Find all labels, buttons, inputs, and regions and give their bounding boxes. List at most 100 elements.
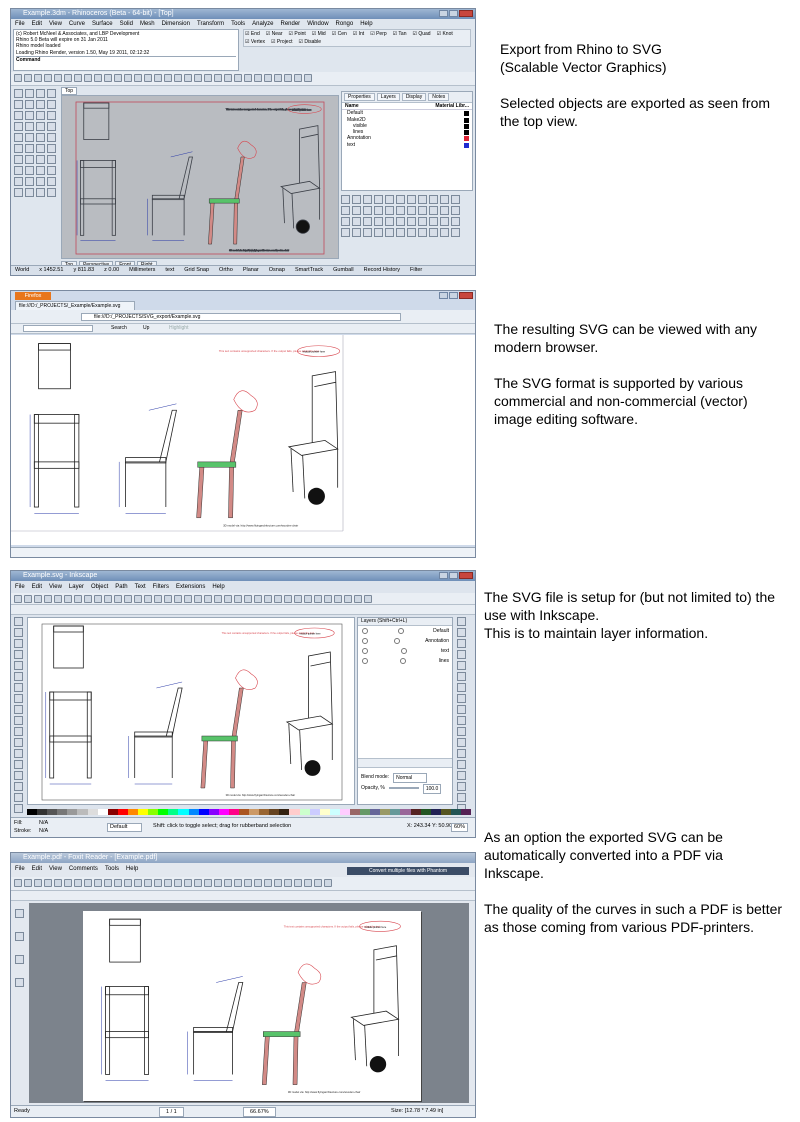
page-indicator[interactable]: 1 / 1	[159, 1107, 184, 1117]
toolbar-button-icon[interactable]	[284, 879, 292, 887]
toolbar-button-icon[interactable]	[244, 879, 252, 887]
tool-button-icon[interactable]	[429, 217, 438, 226]
tool-button-icon[interactable]	[407, 228, 416, 237]
menu-item[interactable]: Tools	[105, 866, 119, 872]
status-item[interactable]: Record History	[364, 267, 400, 273]
palette-swatch[interactable]	[238, 809, 250, 815]
tool-button-icon[interactable]	[341, 206, 350, 215]
tool-button-icon[interactable]	[14, 639, 23, 648]
tool-button-icon[interactable]	[36, 89, 45, 98]
toolbar-button-icon[interactable]	[84, 879, 92, 887]
palette-swatch[interactable]	[450, 809, 462, 815]
toolbar-button-icon[interactable]	[154, 74, 162, 82]
palette-swatch[interactable]	[299, 809, 310, 815]
eye-icon[interactable]	[362, 638, 368, 644]
status-item[interactable]: Gumball	[333, 267, 353, 273]
palette-swatch[interactable]	[57, 809, 68, 815]
tool-button-icon[interactable]	[451, 206, 460, 215]
tool-button-icon[interactable]	[451, 195, 460, 204]
zoom-field[interactable]: 66.67%	[243, 1107, 276, 1117]
toolbar-button-icon[interactable]	[284, 595, 292, 603]
palette-swatch[interactable]	[168, 809, 179, 815]
toolbar-button-icon[interactable]	[304, 879, 312, 887]
toolbar-button-icon[interactable]	[74, 879, 82, 887]
tool-button-icon[interactable]	[14, 144, 23, 153]
menu-item[interactable]: Help	[212, 584, 224, 590]
toolbar-button-icon[interactable]	[44, 879, 52, 887]
palette-swatch[interactable]	[339, 809, 350, 815]
menu-item[interactable]: Extensions	[176, 584, 205, 590]
tool-button-icon[interactable]	[36, 122, 45, 131]
toolbar-button-icon[interactable]	[124, 595, 132, 603]
toolbar-button-icon[interactable]	[174, 74, 182, 82]
osnap-checkbox[interactable]: ☑ Cen	[332, 31, 347, 38]
toolbar-button-icon[interactable]	[154, 595, 162, 603]
nav-pane-icon[interactable]	[15, 909, 24, 918]
palette-swatch[interactable]	[218, 809, 229, 815]
pdf-page[interactable]: This text contains unsupported character…	[83, 911, 421, 1101]
toolbar-button-icon[interactable]	[134, 595, 142, 603]
palette-swatch[interactable]	[208, 809, 219, 815]
snap-button-icon[interactable]	[457, 683, 466, 692]
status-item[interactable]: y 811.83	[73, 267, 94, 273]
panel-tab[interactable]: Display	[401, 93, 427, 101]
tool-button-icon[interactable]	[396, 195, 405, 204]
tool-button-icon[interactable]	[14, 738, 23, 747]
tool-button-icon[interactable]	[14, 617, 23, 626]
tool-button-icon[interactable]	[14, 650, 23, 659]
osnap-checkbox[interactable]: ☑ Vertex	[245, 39, 265, 46]
toolbar-button-icon[interactable]	[324, 879, 332, 887]
palette-swatch[interactable]	[138, 809, 149, 815]
toolbar-button-icon[interactable]	[214, 879, 222, 887]
command-prompt[interactable]: Command	[16, 55, 236, 63]
minimize-button[interactable]	[439, 10, 448, 17]
toolbar-button-icon[interactable]	[44, 74, 52, 82]
menu-item[interactable]: Layer	[69, 584, 84, 590]
toolbar-button-icon[interactable]	[54, 74, 62, 82]
up-button[interactable]: Up	[143, 324, 149, 333]
toolbar-button-icon[interactable]	[354, 595, 362, 603]
toolbar-button-icon[interactable]	[14, 879, 22, 887]
tool-button-icon[interactable]	[36, 100, 45, 109]
maximize-button[interactable]	[449, 292, 458, 299]
toolbar-button-icon[interactable]	[64, 74, 72, 82]
tool-button-icon[interactable]	[36, 177, 45, 186]
toolbar-button-icon[interactable]	[194, 595, 202, 603]
toolbar-button-icon[interactable]	[104, 879, 112, 887]
palette-swatch[interactable]	[390, 809, 401, 815]
palette-swatch[interactable]	[117, 809, 128, 815]
layer-color-swatch[interactable]	[464, 136, 469, 142]
toolbar-button-icon[interactable]	[94, 595, 102, 603]
toolbar-button-icon[interactable]	[94, 74, 102, 82]
menu-item[interactable]: Filters	[153, 584, 169, 590]
menu-item[interactable]: Help	[126, 866, 138, 872]
status-item[interactable]: Osnap	[269, 267, 285, 273]
toolbar-button-icon[interactable]	[244, 595, 252, 603]
search-button[interactable]: Search	[111, 324, 127, 333]
status-item[interactable]: Grid Snap	[184, 267, 209, 273]
palette-swatch[interactable]	[319, 809, 330, 815]
tool-button-icon[interactable]	[14, 760, 23, 769]
toolbar-button-icon[interactable]	[364, 595, 372, 603]
layer-row[interactable]: Annotation	[358, 636, 452, 646]
tool-button-icon[interactable]	[396, 228, 405, 237]
tool-button-icon[interactable]	[341, 217, 350, 226]
palette-swatch[interactable]	[410, 809, 421, 815]
toolbar-button-icon[interactable]	[254, 879, 262, 887]
tool-button-icon[interactable]	[352, 228, 361, 237]
toolbar-button-icon[interactable]	[84, 595, 92, 603]
tool-button-icon[interactable]	[407, 206, 416, 215]
tool-button-icon[interactable]	[418, 217, 427, 226]
top-viewport[interactable]: This text contains unsupported character…	[61, 95, 339, 259]
tool-button-icon[interactable]	[47, 144, 56, 153]
toolbar-button-icon[interactable]	[54, 879, 62, 887]
layer-color-swatch[interactable]	[464, 123, 469, 129]
tool-button-icon[interactable]	[363, 228, 372, 237]
toolbar-button-icon[interactable]	[264, 879, 272, 887]
close-button[interactable]	[459, 292, 473, 299]
toolbar-button-icon[interactable]	[184, 74, 192, 82]
snap-button-icon[interactable]	[457, 793, 466, 802]
palette-swatch[interactable]	[87, 809, 98, 815]
tool-button-icon[interactable]	[25, 188, 34, 197]
toolbar-button-icon[interactable]	[274, 74, 282, 82]
